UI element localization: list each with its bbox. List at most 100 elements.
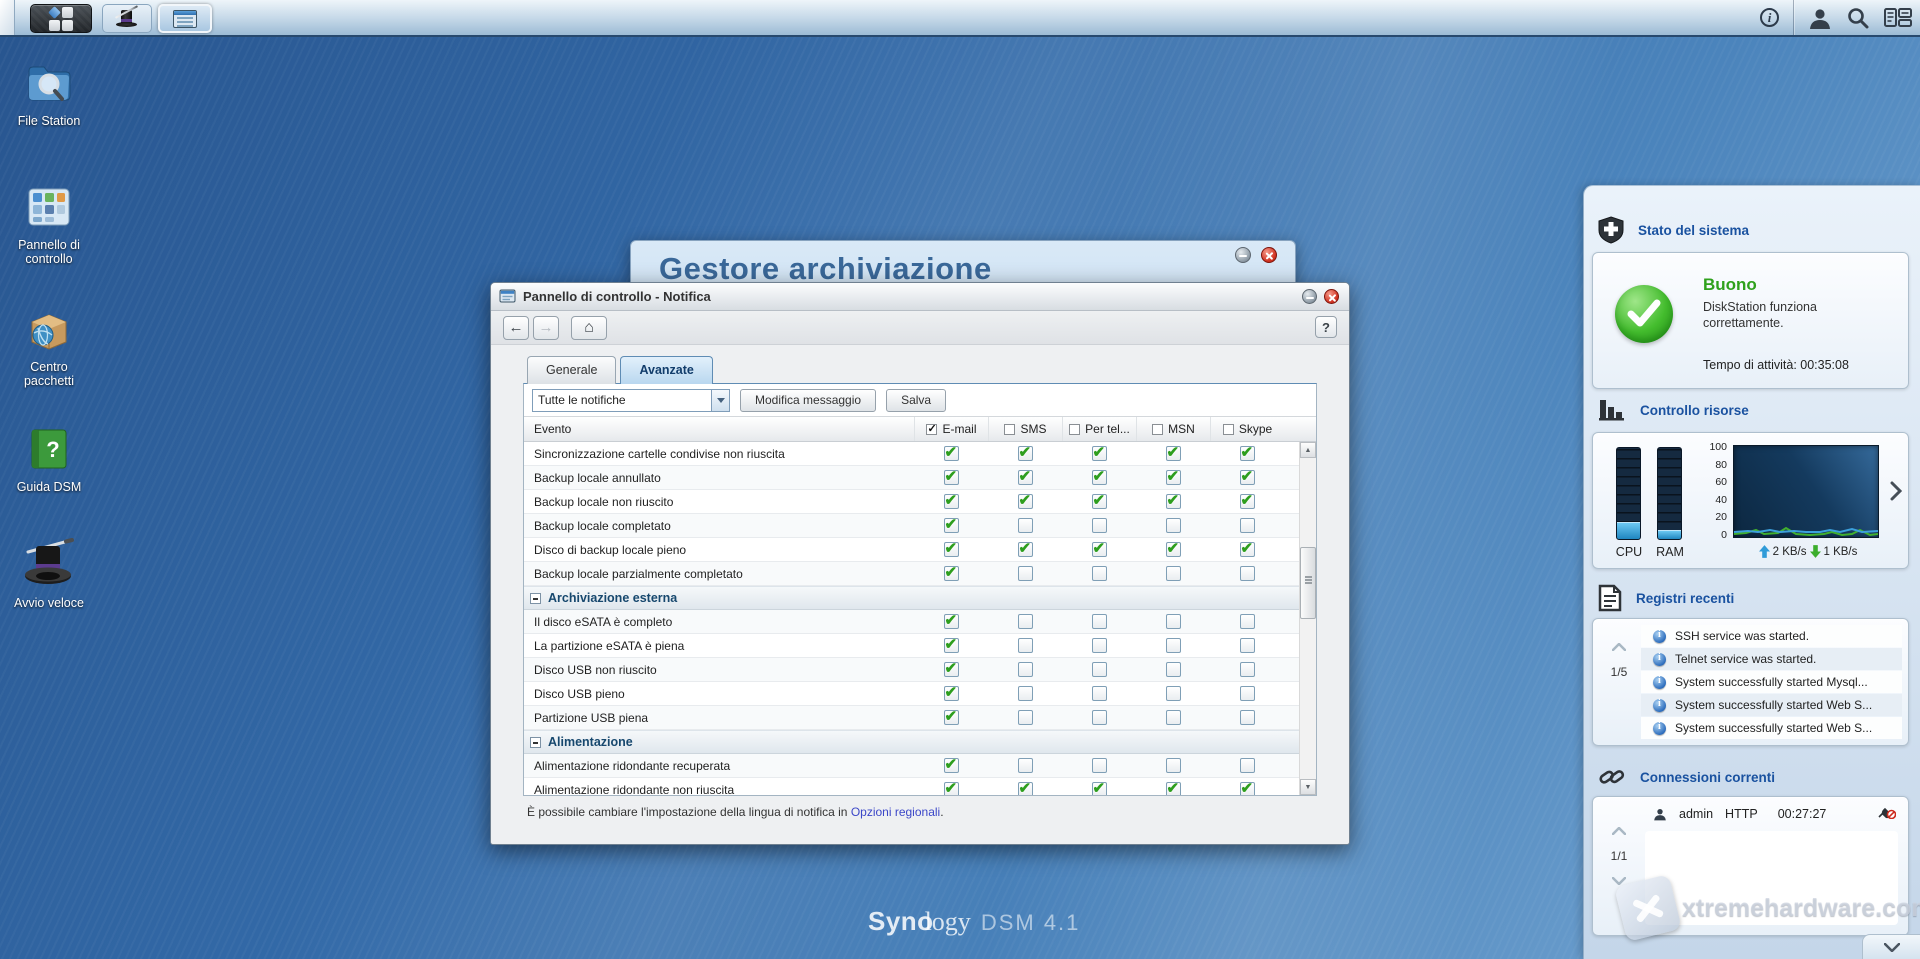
- desktop-icon-package-center[interactable]: Centro pacchetti: [6, 304, 92, 388]
- unchecked-checkbox[interactable]: [1240, 638, 1255, 653]
- table-row[interactable]: Backup locale non riuscito: [524, 490, 1299, 514]
- checked-checkbox[interactable]: [1018, 782, 1033, 796]
- search-button[interactable]: [1846, 6, 1870, 30]
- table-row[interactable]: Alimentazione ridondante recuperata: [524, 754, 1299, 778]
- pilot-view-button[interactable]: i: [1760, 8, 1779, 27]
- unchecked-checkbox[interactable]: [1018, 614, 1033, 629]
- checked-checkbox[interactable]: [1240, 542, 1255, 557]
- unchecked-checkbox[interactable]: [1166, 710, 1181, 725]
- forward-button[interactable]: →: [533, 316, 559, 340]
- unchecked-checkbox[interactable]: [1092, 614, 1107, 629]
- checked-checkbox[interactable]: [1166, 446, 1181, 461]
- unchecked-checkbox[interactable]: [1240, 566, 1255, 581]
- minimize-button[interactable]: [1235, 247, 1251, 263]
- checked-checkbox[interactable]: [1240, 470, 1255, 485]
- unchecked-checkbox[interactable]: [1092, 566, 1107, 581]
- collapse-icon[interactable]: [530, 593, 541, 604]
- unchecked-checkbox[interactable]: [1166, 614, 1181, 629]
- checked-checkbox[interactable]: [1092, 542, 1107, 557]
- checked-checkbox[interactable]: [944, 566, 959, 581]
- tab-generale[interactable]: Generale: [527, 356, 616, 384]
- checked-checkbox[interactable]: [1018, 470, 1033, 485]
- checked-checkbox[interactable]: [944, 542, 959, 557]
- log-entry[interactable]: System successfully started Web S...: [1641, 717, 1902, 739]
- unchecked-checkbox[interactable]: [1240, 614, 1255, 629]
- help-button[interactable]: ?: [1315, 316, 1337, 338]
- checked-checkbox[interactable]: [944, 686, 959, 701]
- minimize-button[interactable]: [1302, 289, 1317, 304]
- checked-checkbox[interactable]: [944, 662, 959, 677]
- unchecked-checkbox[interactable]: [1018, 566, 1033, 581]
- unchecked-checkbox[interactable]: [1240, 710, 1255, 725]
- checked-checkbox[interactable]: [1166, 494, 1181, 509]
- checked-checkbox[interactable]: [1018, 494, 1033, 509]
- checked-checkbox[interactable]: [1018, 542, 1033, 557]
- unchecked-checkbox[interactable]: [1092, 758, 1107, 773]
- unchecked-checkbox[interactable]: [1166, 638, 1181, 653]
- page-up-icon[interactable]: [1612, 827, 1626, 835]
- unchecked-checkbox[interactable]: [1223, 424, 1234, 435]
- sidebar-collapse-tab[interactable]: [1862, 934, 1920, 959]
- quick-start-taskbar-button[interactable]: [102, 4, 152, 33]
- table-row[interactable]: Backup locale completato: [524, 514, 1299, 538]
- table-row[interactable]: Alimentazione ridondante non riuscita: [524, 778, 1299, 796]
- checked-checkbox[interactable]: [944, 494, 959, 509]
- disconnect-icon[interactable]: [1878, 805, 1896, 822]
- unchecked-checkbox[interactable]: [1069, 424, 1080, 435]
- checked-checkbox[interactable]: [1018, 446, 1033, 461]
- checked-checkbox[interactable]: [944, 470, 959, 485]
- checked-checkbox[interactable]: [944, 446, 959, 461]
- table-row[interactable]: Il disco eSATA è completo: [524, 610, 1299, 634]
- checked-checkbox[interactable]: [944, 614, 959, 629]
- unchecked-checkbox[interactable]: [1166, 686, 1181, 701]
- desktop-icon-dsm-help[interactable]: ? Guida DSM: [6, 424, 92, 494]
- unchecked-checkbox[interactable]: [1166, 566, 1181, 581]
- unchecked-checkbox[interactable]: [1240, 686, 1255, 701]
- unchecked-checkbox[interactable]: [1004, 424, 1015, 435]
- channel-header[interactable]: MSN: [1136, 417, 1210, 441]
- table-scrollbar[interactable]: ▲ ▼: [1299, 442, 1316, 795]
- back-button[interactable]: ←: [503, 316, 529, 340]
- table-row[interactable]: Partizione USB piena: [524, 706, 1299, 730]
- user-menu-button[interactable]: [1808, 6, 1832, 30]
- chevron-down-icon[interactable]: [711, 390, 729, 411]
- table-row[interactable]: Backup locale annullato: [524, 466, 1299, 490]
- unchecked-checkbox[interactable]: [1092, 518, 1107, 533]
- notification-filter-select[interactable]: Tutte le notifiche: [532, 389, 730, 412]
- unchecked-checkbox[interactable]: [1240, 758, 1255, 773]
- unchecked-checkbox[interactable]: [1092, 638, 1107, 653]
- desktop-icon-control-panel[interactable]: Pannello di controllo: [6, 182, 92, 266]
- unchecked-checkbox[interactable]: [1166, 758, 1181, 773]
- channel-header[interactable]: SMS: [988, 417, 1062, 441]
- table-row[interactable]: Disco USB pieno: [524, 682, 1299, 706]
- scroll-down-icon[interactable]: ▼: [1300, 779, 1316, 795]
- checked-checkbox[interactable]: [944, 782, 959, 796]
- checked-checkbox[interactable]: [944, 758, 959, 773]
- unchecked-checkbox[interactable]: [1152, 424, 1163, 435]
- unchecked-checkbox[interactable]: [1018, 686, 1033, 701]
- control-panel-taskbar-button[interactable]: [158, 4, 212, 33]
- checked-checkbox[interactable]: [1240, 782, 1255, 796]
- edit-message-button[interactable]: Modifica messaggio: [740, 389, 876, 412]
- checked-checkbox[interactable]: [1092, 782, 1107, 796]
- checked-checkbox[interactable]: [1240, 494, 1255, 509]
- main-menu-button[interactable]: [30, 4, 92, 33]
- expand-chevron-icon[interactable]: [1890, 481, 1902, 506]
- tab-avanzate[interactable]: Avanzate: [620, 356, 712, 384]
- checked-checkbox[interactable]: [944, 638, 959, 653]
- unchecked-checkbox[interactable]: [1092, 686, 1107, 701]
- page-down-icon[interactable]: [1612, 693, 1626, 701]
- scroll-up-icon[interactable]: ▲: [1300, 442, 1316, 458]
- log-entry[interactable]: System successfully started Mysql...: [1641, 671, 1902, 693]
- regional-options-link[interactable]: Opzioni regionali: [851, 805, 940, 819]
- checked-checkbox[interactable]: [1240, 446, 1255, 461]
- unchecked-checkbox[interactable]: [1018, 710, 1033, 725]
- widget-panel-button[interactable]: [1884, 7, 1912, 29]
- checked-checkbox[interactable]: [1092, 446, 1107, 461]
- unchecked-checkbox[interactable]: [1018, 638, 1033, 653]
- unchecked-checkbox[interactable]: [1166, 662, 1181, 677]
- checked-checkbox[interactable]: [1092, 494, 1107, 509]
- channel-header[interactable]: Skype: [1210, 417, 1284, 441]
- desktop-icon-quick-start[interactable]: Avvio veloce: [6, 538, 92, 610]
- checked-checkbox[interactable]: [944, 518, 959, 533]
